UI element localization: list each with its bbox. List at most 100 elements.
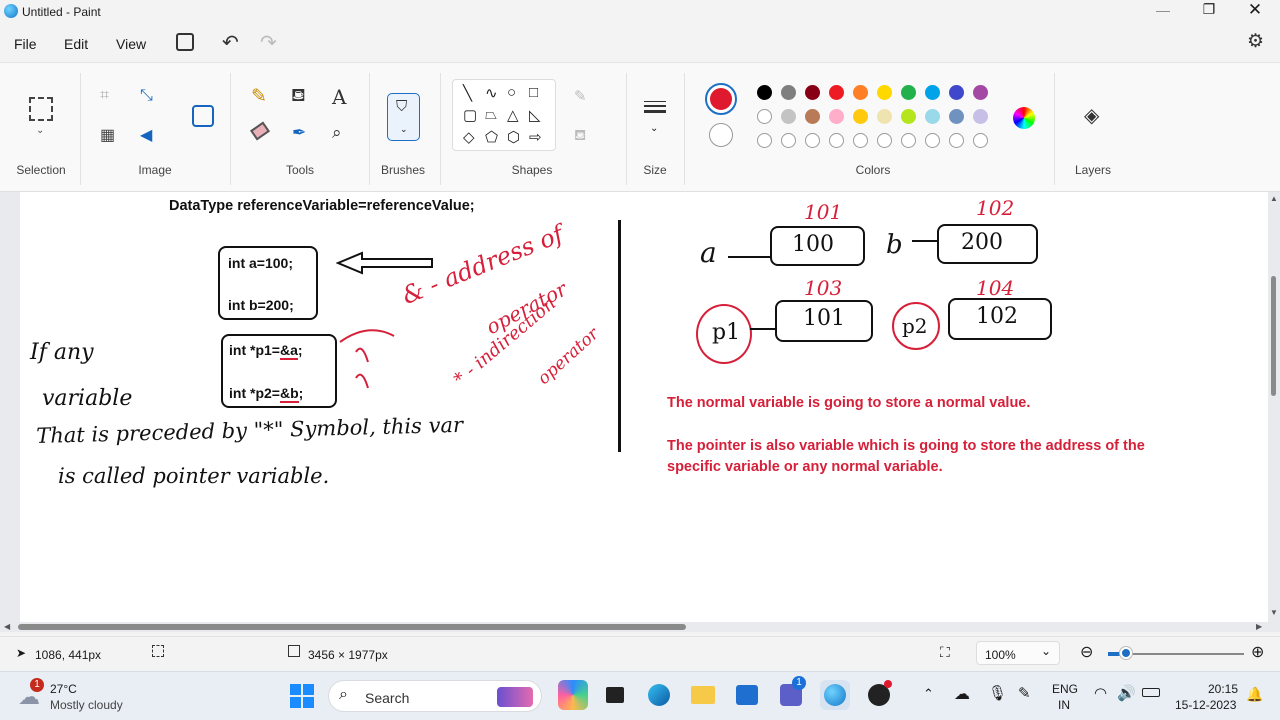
store-icon[interactable]	[732, 680, 762, 710]
diamond-shape-icon[interactable]: ◇	[463, 128, 475, 146]
secondary-color-swatch[interactable]	[709, 123, 733, 147]
fill-icon[interactable]: ⛾	[574, 127, 586, 146]
palette-color-swatch[interactable]	[925, 109, 940, 124]
pen-icon[interactable]: ✎	[1018, 684, 1031, 702]
custom-color-slot[interactable]	[925, 133, 940, 148]
crop-icon[interactable]: ⌗	[100, 87, 109, 105]
palette-color-swatch[interactable]	[925, 85, 940, 100]
palette-color-swatch[interactable]	[949, 109, 964, 124]
redo-icon[interactable]: ↷	[260, 30, 277, 55]
line-shape-icon[interactable]: ╲	[463, 84, 472, 102]
zoom-select[interactable]: 100% ⌄	[976, 641, 1060, 665]
zoom-in-icon[interactable]: ⊕	[1251, 642, 1264, 662]
zoom-slider-thumb[interactable]	[1120, 647, 1132, 659]
palette-color-swatch[interactable]	[973, 85, 988, 100]
copilot-icon[interactable]	[558, 680, 588, 710]
fit-to-window-icon[interactable]: ⛶	[940, 644, 950, 661]
zoom-slider[interactable]	[1108, 647, 1244, 659]
custom-color-slot[interactable]	[781, 133, 796, 148]
eraser-icon[interactable]	[250, 121, 270, 141]
palette-color-swatch[interactable]	[805, 109, 820, 124]
image-generator-icon[interactable]	[192, 105, 214, 127]
volume-icon[interactable]: 🔊	[1117, 684, 1136, 702]
task-view-icon[interactable]	[600, 680, 630, 710]
close-button[interactable]: ✕	[1244, 0, 1266, 22]
scroll-down-arrow-icon[interactable]: ▼	[1270, 608, 1278, 617]
custom-color-slot[interactable]	[757, 133, 772, 148]
microphone-icon[interactable]: 🎙	[988, 684, 1007, 702]
palette-color-swatch[interactable]	[805, 85, 820, 100]
fill-bucket-icon[interactable]: ⛾	[291, 85, 306, 109]
settings-gear-icon[interactable]: ⚙	[1247, 30, 1264, 53]
oval-shape-icon[interactable]: ○	[507, 84, 516, 101]
palette-color-swatch[interactable]	[829, 85, 844, 100]
show-hidden-icons-chevron[interactable]: ⌃	[923, 686, 934, 702]
palette-color-swatch[interactable]	[757, 109, 772, 124]
triangle-shape-icon[interactable]: △	[507, 106, 519, 124]
edge-icon[interactable]	[644, 680, 674, 710]
start-button[interactable]	[290, 684, 314, 708]
menu-file[interactable]: File	[14, 36, 37, 52]
selection-rect-icon[interactable]	[29, 97, 53, 121]
brushes-button[interactable]: ⛉ ⌄	[387, 93, 420, 141]
clock-time[interactable]: 20:15	[1208, 682, 1238, 696]
color-picker-icon[interactable]: ✒	[292, 123, 306, 143]
resize-icon[interactable]: ⤡	[140, 87, 153, 105]
palette-color-swatch[interactable]	[973, 109, 988, 124]
pencil-icon[interactable]: ✎	[251, 85, 267, 108]
custom-color-slot[interactable]	[805, 133, 820, 148]
weather-widget[interactable]: ☁ 1 27°C Mostly cloudy	[16, 678, 136, 714]
size-chevron-icon[interactable]: ⌄	[650, 123, 658, 134]
palette-color-swatch[interactable]	[781, 109, 796, 124]
file-explorer-icon[interactable]	[688, 680, 718, 710]
notifications-icon[interactable]: 🔔	[1246, 686, 1263, 703]
wifi-icon[interactable]: ◠	[1094, 684, 1107, 702]
custom-color-slot[interactable]	[901, 133, 916, 148]
pentagon-shape-icon[interactable]: ⬠	[485, 128, 498, 146]
magnifier-icon[interactable]: ⌕	[332, 123, 342, 143]
primary-color-swatch[interactable]	[705, 83, 737, 115]
hexagon-shape-icon[interactable]: ⬡	[507, 128, 520, 146]
right-triangle-shape-icon[interactable]: ◺	[529, 106, 541, 124]
horizontal-scroll-thumb[interactable]	[18, 624, 686, 630]
onedrive-icon[interactable]: ☁	[954, 684, 970, 704]
text-icon[interactable]: A	[332, 85, 346, 109]
save-icon[interactable]	[176, 33, 194, 51]
obs-icon[interactable]	[864, 680, 894, 710]
maximize-button[interactable]: ❐	[1198, 1, 1220, 21]
language-line2[interactable]: IN	[1058, 698, 1070, 712]
layers-icon[interactable]: ◈	[1084, 103, 1099, 128]
battery-icon[interactable]	[1142, 688, 1160, 697]
palette-color-swatch[interactable]	[853, 85, 868, 100]
zoom-out-icon[interactable]: ⊖	[1080, 642, 1093, 662]
undo-icon[interactable]: ↶	[222, 30, 239, 55]
scroll-left-arrow-icon[interactable]: ◀	[4, 622, 10, 631]
search-box[interactable]: ⌕ Search	[328, 680, 542, 712]
arrow-shape-icon[interactable]: ⇨	[529, 128, 542, 146]
rounded-rect-shape-icon[interactable]: ▢	[463, 106, 477, 124]
language-line1[interactable]: ENG	[1052, 682, 1078, 696]
vertical-scroll-thumb[interactable]	[1271, 276, 1276, 396]
menu-view[interactable]: View	[116, 36, 146, 52]
palette-color-swatch[interactable]	[877, 85, 892, 100]
polygon-shape-icon[interactable]: ⏢	[485, 106, 497, 123]
outline-icon[interactable]: ✎	[574, 87, 587, 105]
scroll-right-arrow-icon[interactable]: ▶	[1256, 622, 1262, 631]
palette-color-swatch[interactable]	[901, 109, 916, 124]
vertical-scrollbar[interactable]: ▲ ▼	[1268, 192, 1280, 624]
palette-color-swatch[interactable]	[877, 109, 892, 124]
teams-icon[interactable]: 1	[776, 676, 806, 710]
palette-color-swatch[interactable]	[949, 85, 964, 100]
minimize-button[interactable]: —	[1152, 2, 1174, 22]
custom-color-slot[interactable]	[829, 133, 844, 148]
selection-chevron-icon[interactable]: ⌄	[36, 125, 44, 136]
palette-color-swatch[interactable]	[829, 109, 844, 124]
palette-color-swatch[interactable]	[853, 109, 868, 124]
rectangle-shape-icon[interactable]: □	[529, 84, 538, 101]
scroll-up-arrow-icon[interactable]: ▲	[1270, 194, 1278, 203]
palette-color-swatch[interactable]	[781, 85, 796, 100]
horizontal-scrollbar[interactable]: ◀ ▶	[0, 622, 1268, 632]
select-all-icon[interactable]: ▦	[100, 125, 115, 145]
edit-colors-icon[interactable]	[1013, 107, 1035, 129]
shapes-gallery[interactable]: ╲ ∿ ○ □ ▢ ⏢ △ ◺ ◇ ⬠ ⬡ ⇨	[452, 79, 556, 151]
